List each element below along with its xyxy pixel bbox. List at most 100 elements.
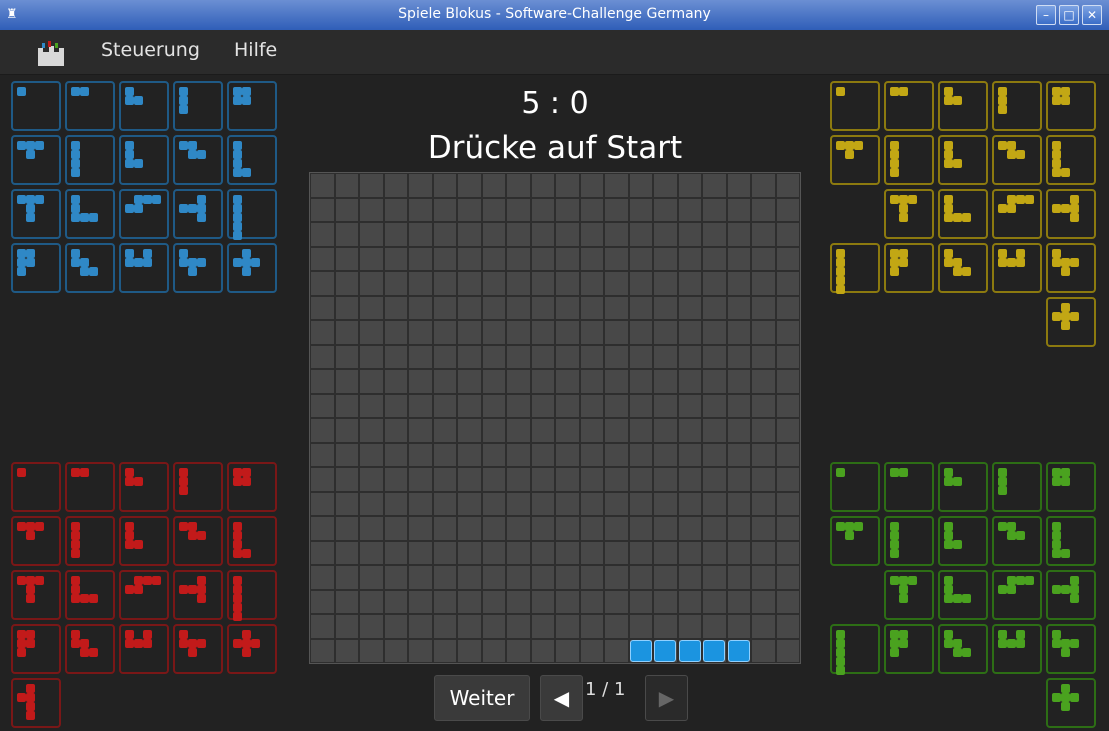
board-cell[interactable] <box>677 369 702 394</box>
board-cell[interactable] <box>383 614 408 639</box>
board-cell[interactable] <box>457 614 482 639</box>
yellow-piece-slot[interactable] <box>1046 189 1096 239</box>
blue-piece-slot[interactable] <box>227 189 277 240</box>
board-cell[interactable] <box>726 246 751 271</box>
board-cell[interactable] <box>383 442 408 467</box>
board-cell[interactable] <box>359 222 384 247</box>
board-cell[interactable] <box>359 344 384 369</box>
board-cell[interactable] <box>310 295 335 320</box>
yellow-piece-slot[interactable] <box>992 243 1042 293</box>
board-cell[interactable] <box>383 246 408 271</box>
board-cell[interactable] <box>628 565 653 590</box>
board-cell[interactable] <box>751 197 776 222</box>
yellow-piece-slot[interactable] <box>884 81 934 131</box>
board-cell[interactable] <box>579 197 604 222</box>
green-piece-slot[interactable] <box>992 462 1042 512</box>
board-cell[interactable] <box>506 418 531 443</box>
board-cell[interactable] <box>628 516 653 541</box>
board-cell[interactable] <box>481 467 506 492</box>
board-cell[interactable] <box>579 393 604 418</box>
board-cell[interactable] <box>677 246 702 271</box>
blue-piece-slot[interactable] <box>11 135 61 185</box>
board-cell[interactable] <box>408 442 433 467</box>
board-cell[interactable] <box>481 614 506 639</box>
board-cell[interactable] <box>530 491 555 516</box>
board-cell[interactable] <box>310 540 335 565</box>
board-cell[interactable] <box>653 467 678 492</box>
board-cell[interactable] <box>408 614 433 639</box>
board-cell[interactable] <box>506 638 531 663</box>
green-piece-slot[interactable] <box>884 570 934 620</box>
board-cell[interactable] <box>775 565 800 590</box>
board-cell[interactable] <box>604 540 629 565</box>
board-cell[interactable] <box>383 589 408 614</box>
board-cell[interactable] <box>457 565 482 590</box>
board-cell[interactable] <box>726 344 751 369</box>
board-cell[interactable] <box>653 320 678 345</box>
blue-piece-slot[interactable] <box>119 135 169 185</box>
board-cell[interactable] <box>751 393 776 418</box>
board-cell[interactable] <box>506 246 531 271</box>
board-cell[interactable] <box>653 369 678 394</box>
board-cell[interactable] <box>457 271 482 296</box>
board-cell[interactable] <box>334 516 359 541</box>
board-cell[interactable] <box>310 442 335 467</box>
board-cell[interactable] <box>751 467 776 492</box>
board-cell[interactable] <box>653 222 678 247</box>
board-cell[interactable] <box>408 565 433 590</box>
board-cell[interactable] <box>506 344 531 369</box>
board-cell[interactable] <box>775 369 800 394</box>
board-cell[interactable] <box>334 369 359 394</box>
board-cell[interactable] <box>555 197 580 222</box>
board-cell[interactable] <box>383 638 408 663</box>
board-cell[interactable] <box>359 516 384 541</box>
board-cell[interactable] <box>604 516 629 541</box>
board-cell[interactable] <box>457 516 482 541</box>
board-cell[interactable] <box>408 344 433 369</box>
board-cell[interactable] <box>334 320 359 345</box>
board-cell[interactable] <box>604 271 629 296</box>
board-cell[interactable] <box>359 320 384 345</box>
board-cell[interactable] <box>481 393 506 418</box>
board-cell[interactable] <box>555 173 580 198</box>
board-cell[interactable] <box>383 418 408 443</box>
game-board[interactable] <box>309 172 801 664</box>
blue-piece-slot[interactable] <box>227 135 277 185</box>
board-cell[interactable] <box>555 491 580 516</box>
board-cell[interactable] <box>604 491 629 516</box>
board-cell[interactable] <box>702 393 727 418</box>
board-cell[interactable] <box>751 295 776 320</box>
board-cell[interactable] <box>432 320 457 345</box>
red-piece-slot[interactable] <box>119 462 169 512</box>
green-piece-slot[interactable] <box>830 462 880 512</box>
board-cell[interactable] <box>775 271 800 296</box>
board-cell[interactable] <box>726 565 751 590</box>
board-cell[interactable] <box>702 540 727 565</box>
board-cell[interactable] <box>702 197 727 222</box>
blue-piece-slot[interactable] <box>119 81 169 131</box>
board-cell[interactable] <box>604 197 629 222</box>
red-piece-slot[interactable] <box>11 462 61 512</box>
board-cell[interactable] <box>359 197 384 222</box>
board-cell[interactable] <box>677 442 702 467</box>
board-cell[interactable] <box>751 540 776 565</box>
board-cell[interactable] <box>383 173 408 198</box>
board-cell[interactable] <box>457 197 482 222</box>
board-cell[interactable] <box>555 565 580 590</box>
board-cell[interactable] <box>751 344 776 369</box>
board-cell[interactable] <box>751 271 776 296</box>
board-cell[interactable] <box>457 418 482 443</box>
board-cell[interactable] <box>359 491 384 516</box>
red-piece-slot[interactable] <box>173 570 223 620</box>
board-cell[interactable] <box>408 222 433 247</box>
blue-piece-slot[interactable] <box>11 189 61 239</box>
board-cell[interactable] <box>604 320 629 345</box>
board-cell[interactable] <box>481 246 506 271</box>
yellow-piece-slot[interactable] <box>830 81 880 131</box>
board-cell[interactable] <box>702 344 727 369</box>
green-piece-slot[interactable] <box>1046 462 1096 512</box>
board-cell[interactable] <box>383 467 408 492</box>
board-cell[interactable] <box>310 393 335 418</box>
blue-piece-slot[interactable] <box>65 189 115 239</box>
board-cell[interactable] <box>628 491 653 516</box>
